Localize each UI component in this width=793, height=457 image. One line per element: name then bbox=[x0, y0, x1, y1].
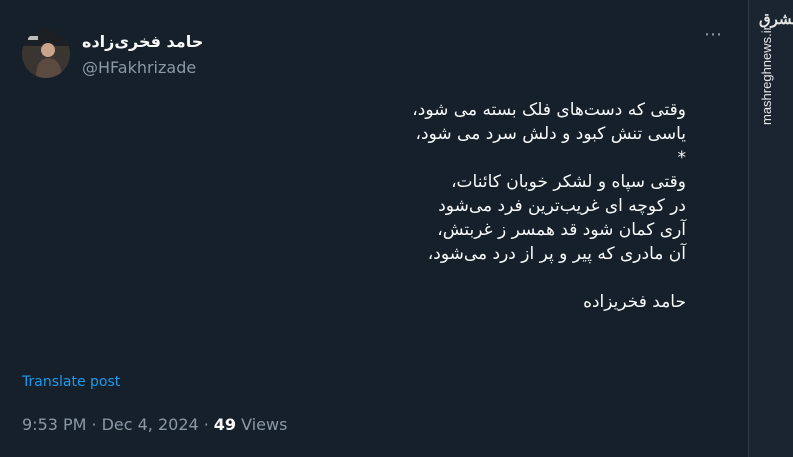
tweet-card: حامد فخری‌زاده @HFakhrizade ⋯ وقتی که دس… bbox=[0, 0, 748, 457]
watermark-strip: مشرق mashreghnews.ir bbox=[748, 0, 793, 457]
views-count: 49 bbox=[213, 415, 237, 434]
more-horizontal-icon[interactable]: ⋯ bbox=[704, 26, 723, 44]
avatar[interactable] bbox=[22, 30, 70, 78]
views-label: Views bbox=[241, 415, 288, 434]
tweet-text: وقتی که دست‌های فلک بسته می شود، یاسی تن… bbox=[46, 98, 686, 314]
tweet-line: یاسی تنش کبود و دلش سرد می شود، bbox=[415, 124, 686, 144]
tweet-meta: 9:53 PM · Dec 4, 2024 · 49 Views bbox=[22, 415, 287, 434]
tweet-date[interactable]: Dec 4, 2024 bbox=[102, 415, 199, 434]
tweet-signature: حامد فخریزاده bbox=[583, 292, 686, 312]
tweet-time[interactable]: 9:53 PM bbox=[22, 415, 86, 434]
tweet-line: وقتی که دست‌های فلک بسته می شود، bbox=[412, 100, 686, 120]
tweet-line: آری کمان شود قد همسر ز غربتش، bbox=[437, 220, 686, 240]
tweet-line: * bbox=[677, 148, 687, 168]
tweet-line: وقتی سپاه و لشکر خوبان کائنات، bbox=[451, 172, 686, 192]
avatar-image bbox=[22, 30, 70, 78]
author-name[interactable]: حامد فخری‌زاده bbox=[82, 32, 203, 51]
author-handle[interactable]: @HFakhrizade bbox=[82, 58, 196, 77]
meta-separator: · bbox=[203, 415, 209, 434]
tweet-line: در کوچه ای غریب‌ترین فرد می‌شود bbox=[438, 196, 686, 216]
watermark-url: mashreghnews.ir bbox=[759, 26, 774, 125]
translate-post-link[interactable]: Translate post bbox=[22, 374, 120, 390]
tweet-line: آن مادری که پیر و پر از درد می‌شود، bbox=[427, 244, 686, 264]
meta-separator: · bbox=[91, 415, 97, 434]
